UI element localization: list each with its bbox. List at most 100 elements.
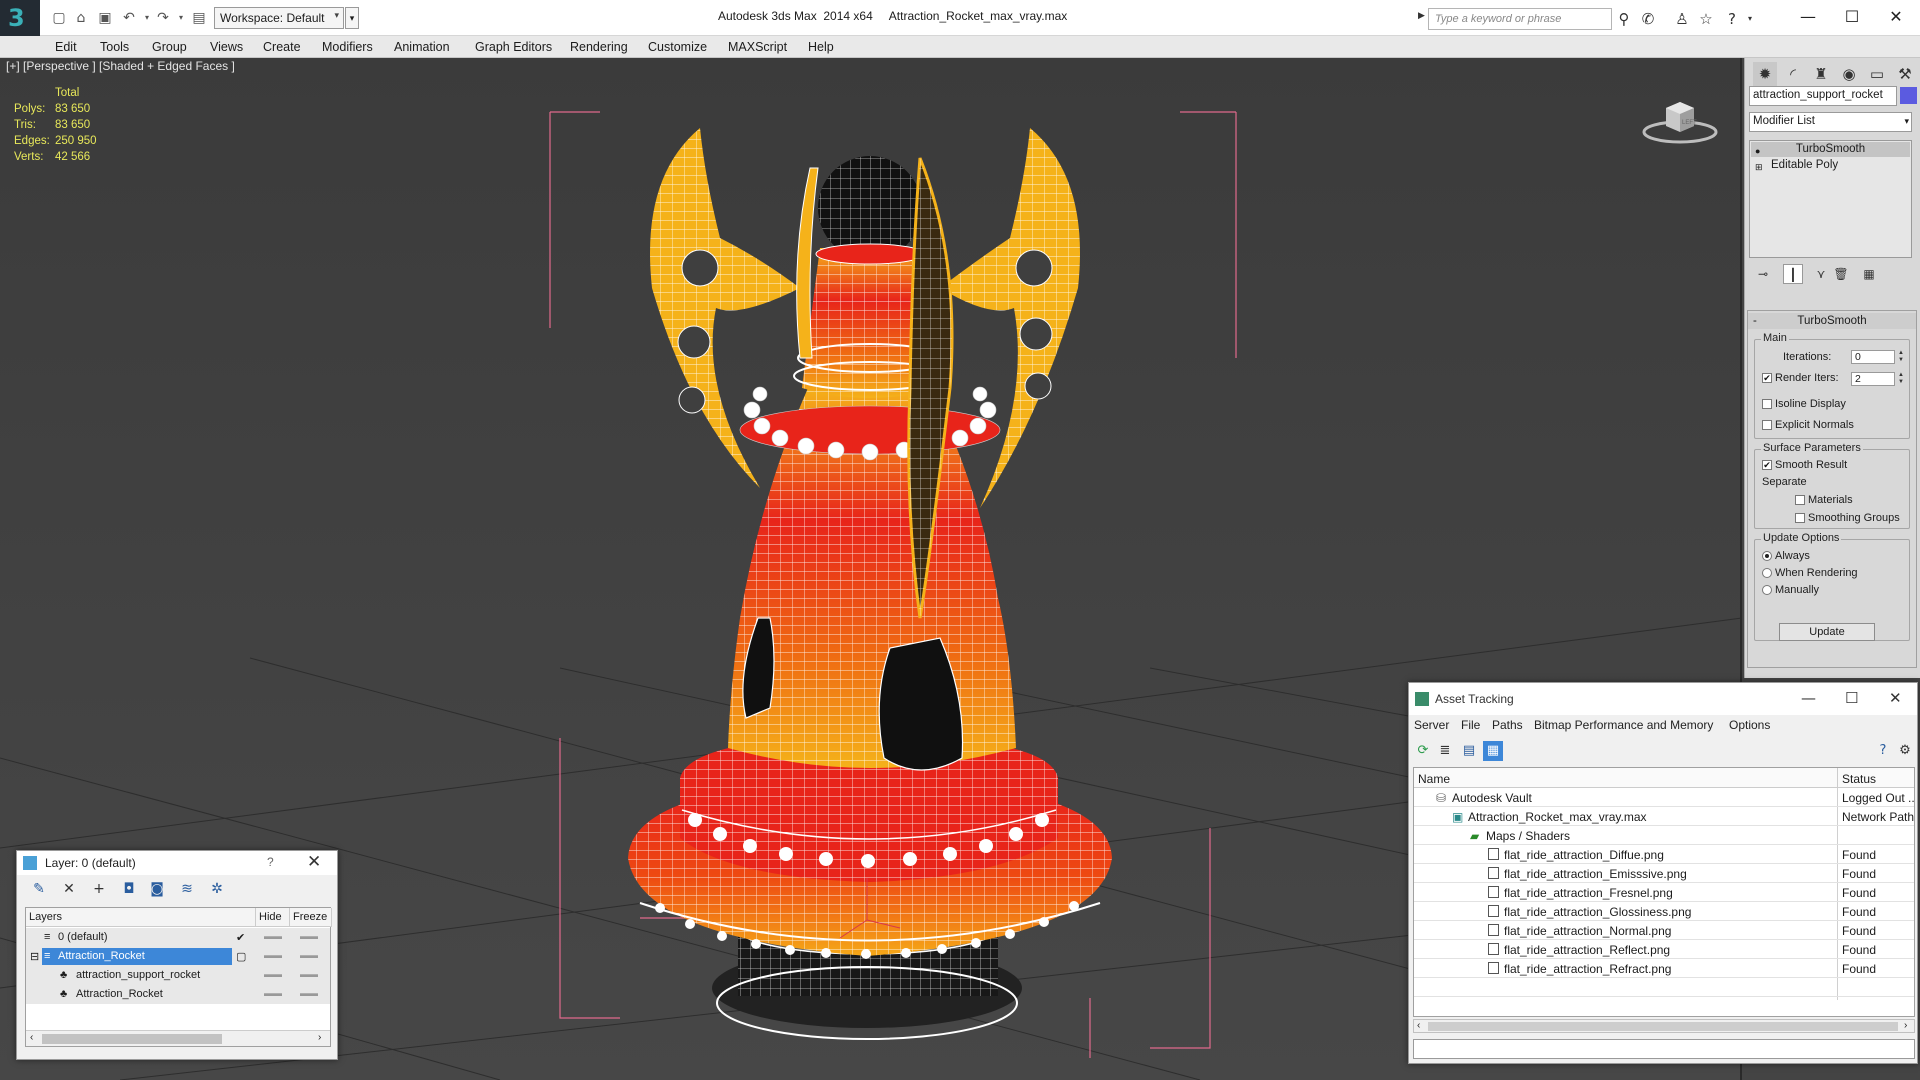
close-button[interactable]: ✕	[1876, 5, 1916, 29]
asset-row-max-file[interactable]: ▣ Attraction_Rocket_max_vray.max Network…	[1414, 807, 1914, 826]
menu-animation[interactable]: Animation	[394, 40, 450, 54]
expand-plus-icon[interactable]: ⊞	[1755, 160, 1763, 175]
render-iters-spinner[interactable]: 2	[1851, 372, 1895, 386]
asset-horizontal-scrollbar[interactable]: ‹ ›	[1413, 1019, 1915, 1033]
menu-tools[interactable]: Tools	[100, 40, 129, 54]
settings-icon[interactable]: ⚙	[1895, 741, 1915, 761]
asset-menu-server[interactable]: Server	[1414, 718, 1449, 732]
scrollbar-thumb[interactable]	[1428, 1022, 1898, 1031]
asset-row-autodesk-vault[interactable]: ⛁ Autodesk Vault Logged Out ...	[1414, 788, 1914, 807]
motion-tab-icon[interactable]: ◉	[1837, 62, 1861, 86]
scroll-right-icon[interactable]: ›	[318, 1032, 321, 1043]
layer-row-default[interactable]: ≡ 0 (default) ✔ ▬▬ ▬▬	[26, 928, 330, 947]
explicit-normals-checkbox[interactable]	[1762, 420, 1772, 430]
spinner-arrows-icon[interactable]: ▲ ▼	[1897, 350, 1905, 364]
scroll-left-icon[interactable]: ‹	[1417, 1020, 1420, 1031]
user-icon[interactable]: ♙	[1672, 9, 1692, 29]
menu-rendering[interactable]: Rendering	[570, 40, 628, 54]
project-folder-icon[interactable]: ▤	[190, 9, 208, 27]
separate-smoothing-groups-checkbox[interactable]	[1795, 513, 1805, 523]
close-icon[interactable]: ✕	[1889, 689, 1902, 707]
column-header-name[interactable]: Name	[1414, 768, 1838, 788]
collapse-minus-icon[interactable]: ⊟	[30, 950, 39, 963]
lightbulb-icon[interactable]: ●	[1755, 144, 1760, 159]
table-view-icon[interactable]: ▦	[1483, 741, 1503, 761]
column-header-status[interactable]: Status	[1838, 768, 1914, 788]
column-header-layers[interactable]: Layers	[26, 908, 256, 927]
layer-window-titlebar[interactable]: Layer: 0 (default) ? ✕	[17, 851, 337, 875]
menu-help[interactable]: Help	[808, 40, 834, 54]
quick-access-customize-icon[interactable]: ▾	[345, 7, 359, 29]
make-current-icon[interactable]: ▢	[236, 950, 246, 963]
asset-row-normal[interactable]: flat_ride_attraction_Normal.png Found	[1414, 921, 1914, 940]
menu-graph-editors[interactable]: Graph Editors	[475, 40, 552, 54]
workspace-dropdown[interactable]: Workspace: Default ▾	[214, 7, 344, 29]
menu-views[interactable]: Views	[210, 40, 243, 54]
help-icon[interactable]: ?	[1722, 9, 1742, 29]
stack-item-editable-poly[interactable]: ⊞ Editable Poly	[1751, 158, 1910, 173]
isoline-display-checkbox[interactable]	[1762, 399, 1772, 409]
select-objects-icon[interactable]: ◘	[119, 880, 139, 898]
close-icon[interactable]: ✕	[307, 852, 321, 872]
help-icon[interactable]: ?	[1873, 741, 1893, 761]
menu-maxscript[interactable]: MAXScript	[728, 40, 787, 54]
show-end-result-icon[interactable]: ┃	[1783, 264, 1803, 284]
modify-tab-icon[interactable]: ◜	[1781, 62, 1805, 86]
maximize-button[interactable]: ☐	[1832, 5, 1872, 29]
save-icon[interactable]: ▣	[96, 9, 114, 27]
redo-dropdown-icon[interactable]: ▾	[172, 9, 190, 27]
thumbnail-view-icon[interactable]: ▤	[1459, 741, 1479, 761]
binoculars-icon[interactable]: ⚲	[1614, 9, 1634, 29]
list-view-icon[interactable]: ≣	[1435, 741, 1455, 761]
hide-all-layers-icon[interactable]: ≋	[177, 880, 197, 898]
asset-path-field[interactable]	[1413, 1039, 1915, 1059]
update-always-radio[interactable]	[1762, 551, 1772, 561]
asset-menu-paths[interactable]: Paths	[1492, 718, 1523, 732]
separate-materials-checkbox[interactable]	[1795, 495, 1805, 505]
layer-row-attraction-rocket-object[interactable]: ♣ Attraction_Rocket ▬▬ ▬▬	[26, 985, 330, 1004]
minimize-icon[interactable]: —	[1801, 689, 1816, 707]
asset-row-fresnel[interactable]: flat_ride_attraction_Fresnel.png Found	[1414, 883, 1914, 902]
scroll-right-icon[interactable]: ›	[1904, 1020, 1907, 1031]
open-file-icon[interactable]: ⌂	[72, 9, 90, 27]
communication-center-icon[interactable]: ✆	[1638, 9, 1658, 29]
utilities-tab-icon[interactable]: ⚒	[1893, 62, 1917, 86]
asset-row-glossiness[interactable]: flat_ride_attraction_Glossiness.png Foun…	[1414, 902, 1914, 921]
turbosmooth-rollout-header[interactable]: - TurboSmooth	[1748, 313, 1916, 329]
layer-row-attraction-rocket[interactable]: ⊟ ≡ Attraction_Rocket ▢ ▬▬ ▬▬	[26, 947, 330, 966]
object-name-field[interactable]: attraction_support_rocket	[1749, 86, 1897, 106]
help-dropdown-icon[interactable]: ▾	[1740, 9, 1760, 29]
modifier-list-dropdown[interactable]: Modifier List ▾	[1749, 112, 1912, 132]
update-manually-radio[interactable]	[1762, 585, 1772, 595]
asset-menu-options[interactable]: Options	[1729, 718, 1770, 732]
column-header-hide[interactable]: Hide	[256, 908, 290, 927]
menu-modifiers[interactable]: Modifiers	[322, 40, 373, 54]
scrollbar-thumb[interactable]	[42, 1034, 222, 1044]
update-button[interactable]: Update	[1779, 623, 1875, 641]
column-header-freeze[interactable]: Freeze	[290, 908, 332, 927]
layer-horizontal-scrollbar[interactable]: ‹ ›	[26, 1030, 330, 1046]
delete-layer-icon[interactable]: ✕	[59, 880, 79, 898]
display-tab-icon[interactable]: ▭	[1865, 62, 1889, 86]
scroll-left-icon[interactable]: ‹	[30, 1032, 33, 1043]
configure-modifier-sets-icon[interactable]: ▦	[1859, 264, 1879, 284]
viewcube[interactable]: LEFT	[1640, 88, 1720, 151]
hierarchy-tab-icon[interactable]: ♜	[1809, 62, 1833, 86]
minimize-button[interactable]: —	[1788, 5, 1828, 29]
asset-row-maps-shaders[interactable]: ▰ Maps / Shaders	[1414, 826, 1914, 845]
smooth-result-checkbox[interactable]: ✔	[1762, 460, 1772, 470]
undo-icon[interactable]: ↶	[120, 9, 138, 27]
redo-icon[interactable]: ↷	[154, 9, 172, 27]
menu-edit[interactable]: Edit	[55, 40, 77, 54]
layer-row-attraction-support-rocket[interactable]: ♣ attraction_support_rocket ▬▬ ▬▬	[26, 966, 330, 985]
update-when-rendering-radio[interactable]	[1762, 568, 1772, 578]
object-color-swatch[interactable]	[1900, 87, 1917, 104]
new-layer-icon[interactable]: ✎	[29, 880, 49, 898]
asset-menu-file[interactable]: File	[1461, 718, 1480, 732]
add-to-layer-icon[interactable]: +	[89, 880, 109, 898]
asset-menu-bitmap-performance[interactable]: Bitmap Performance and Memory	[1534, 718, 1713, 732]
menu-create[interactable]: Create	[263, 40, 301, 54]
asset-row-emissive[interactable]: flat_ride_attraction_Emisssive.png Found	[1414, 864, 1914, 883]
app-menu-button[interactable]: 3	[0, 0, 40, 40]
favorites-star-icon[interactable]: ☆	[1696, 9, 1716, 29]
